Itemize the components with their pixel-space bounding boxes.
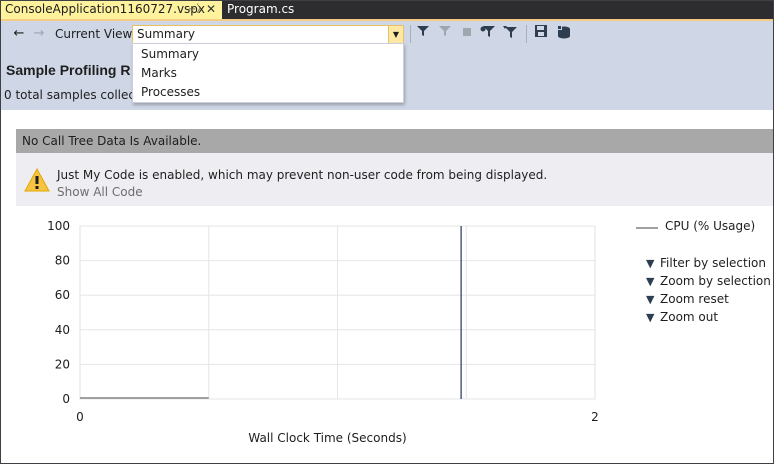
y-tick-label: 20 bbox=[55, 357, 70, 371]
pin-icon[interactable]: −〉 bbox=[188, 0, 206, 19]
current-view-label: Current View: bbox=[55, 27, 136, 41]
stop-icon[interactable] bbox=[460, 25, 474, 43]
current-view-dropdown: Summary Marks Processes bbox=[132, 43, 404, 103]
save-icon[interactable] bbox=[534, 25, 548, 43]
x-axis-label: Wall Clock Time (Seconds) bbox=[248, 431, 406, 445]
zoom-out-icon: ▼ bbox=[646, 311, 655, 324]
action-label: Zoom out bbox=[660, 310, 719, 324]
toolbar-separator bbox=[410, 25, 411, 43]
x-tick-label: 2 bbox=[591, 410, 599, 424]
y-tick-label: 60 bbox=[55, 288, 70, 302]
action-label: Filter by selection bbox=[660, 256, 767, 270]
y-tick-label: 80 bbox=[55, 254, 70, 268]
y-tick-label: 0 bbox=[62, 392, 70, 406]
show-all-code-link[interactable]: Show All Code bbox=[57, 185, 143, 199]
current-view-value: Summary bbox=[137, 27, 195, 41]
dropdown-option-marks[interactable]: Marks bbox=[141, 66, 177, 80]
action-label: Zoom reset bbox=[660, 292, 729, 306]
zoom-selection-icon: ▼ bbox=[646, 275, 655, 288]
just-my-code-message: Just My Code is enabled, which may preve… bbox=[57, 168, 548, 182]
tab-label: Program.cs bbox=[227, 2, 295, 16]
action-label: Zoom by selection bbox=[660, 274, 771, 288]
y-axis-ticks: 0 20 40 60 80 100 bbox=[47, 219, 70, 406]
zoom-reset-button[interactable]: ▼ Zoom reset bbox=[646, 292, 729, 306]
forward-arrow-icon[interactable]: → bbox=[32, 25, 46, 43]
zoom-by-selection-button[interactable]: ▼ Zoom by selection bbox=[646, 274, 771, 288]
x-axis-ticks: 02 bbox=[76, 410, 599, 424]
y-tick-label: 100 bbox=[47, 219, 70, 233]
toolbar-separator bbox=[526, 25, 527, 43]
page-title: Sample Profiling R bbox=[6, 62, 131, 78]
current-view-select[interactable]: Summary ▼ bbox=[132, 25, 404, 44]
cpu-usage-chart[interactable]: 020406080100 02 Wall Clock Time (Seconds… bbox=[0, 206, 620, 456]
tab-label: ConsoleApplication1160727.vspx bbox=[5, 2, 206, 16]
dropdown-option-summary[interactable]: Summary bbox=[141, 47, 199, 61]
filter-icon: ▼ bbox=[646, 257, 655, 270]
filter-by-selection-button[interactable]: ▼ Filter by selection bbox=[646, 256, 766, 270]
call-tree-bar: No Call Tree Data Is Available. bbox=[16, 129, 774, 153]
zoom-out-button[interactable]: ▼ Zoom out bbox=[646, 310, 718, 324]
filter-icon[interactable] bbox=[416, 25, 430, 43]
legend-swatch bbox=[636, 227, 658, 229]
document-tab-strip: ConsoleApplication1160727.vspx −〉 ✕ Prog… bbox=[0, 0, 774, 21]
filter-toggle-icon[interactable] bbox=[480, 25, 496, 43]
chevron-down-icon[interactable]: ▼ bbox=[388, 26, 403, 43]
filter-options-icon[interactable] bbox=[502, 25, 518, 43]
zoom-reset-icon: ▼ bbox=[646, 293, 655, 306]
filter-clear-icon[interactable] bbox=[438, 25, 452, 43]
export-icon[interactable] bbox=[556, 25, 572, 43]
call-tree-message: No Call Tree Data Is Available. bbox=[22, 134, 202, 148]
legend-label: CPU (% Usage) bbox=[665, 219, 756, 233]
x-tick-label: 0 bbox=[76, 410, 84, 424]
warning-icon bbox=[24, 168, 50, 192]
dropdown-option-processes[interactable]: Processes bbox=[141, 85, 200, 99]
close-icon[interactable]: ✕ bbox=[206, 0, 216, 19]
tab-program-cs[interactable]: Program.cs bbox=[222, 0, 302, 19]
chart-grid bbox=[79, 225, 596, 400]
back-arrow-icon[interactable]: ← bbox=[12, 25, 26, 43]
tab-vspx-report[interactable]: ConsoleApplication1160727.vspx −〉 ✕ bbox=[0, 0, 222, 19]
y-tick-label: 40 bbox=[55, 323, 70, 337]
